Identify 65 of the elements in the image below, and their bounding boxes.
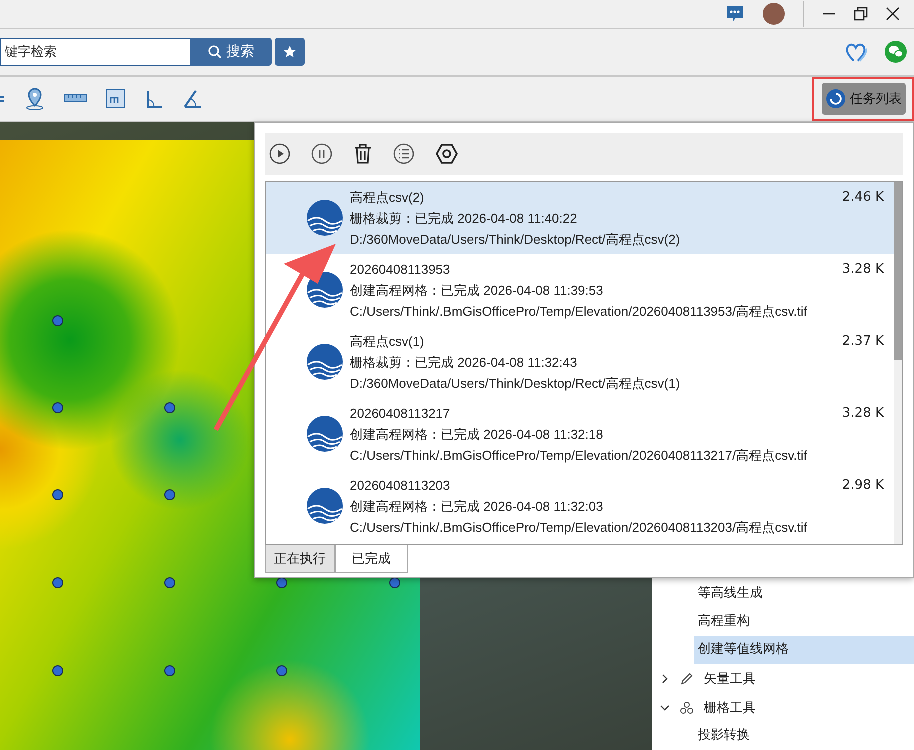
task-row[interactable]: 高程点csv(1) 栅格裁剪：已完成 2026-04-08 11:32:43 D:/360MoveData/Users/Think/Desktop/Rect/高程点csv(1) 2.37 K bbox=[266, 326, 894, 398]
task-list-button[interactable]: 任务列表 bbox=[822, 83, 906, 115]
restore-icon[interactable] bbox=[854, 7, 868, 21]
tree-group[interactable]: 矢量工具 bbox=[652, 664, 914, 693]
task-status: 栅格裁剪：已完成 2026-04-08 11:32:43 bbox=[350, 354, 578, 372]
avatar[interactable] bbox=[763, 3, 785, 25]
pause-icon[interactable] bbox=[311, 143, 333, 165]
task-status: 创建高程网格：已完成 2026-04-08 11:32:18 bbox=[350, 426, 604, 444]
task-size: 3.28 K bbox=[842, 262, 884, 277]
task-path: C:/Users/Think/.BmGisOfficePro/Temp/Elevation/20260408113217/高程点csv.tif bbox=[350, 446, 808, 465]
task-size: 3.28 K bbox=[842, 406, 884, 421]
task-path: D:/360MoveData/Users/Think/Desktop/Rect/高程点csv(1) bbox=[350, 374, 682, 393]
close-icon[interactable] bbox=[886, 7, 900, 21]
task-status: 创建高程网格：已完成 2026-04-08 11:39:53 bbox=[350, 282, 604, 300]
task-row[interactable]: 20260408113217 创建高程网格：已完成 2026-04-08 11:32:18 C:/Users/Think/.BmGisOfficePro/Temp/Elevation/20260408113217/高程点csv.tif 3.28 K bbox=[266, 398, 894, 470]
tab[interactable]: 已完成 bbox=[335, 545, 408, 573]
tree-item[interactable]: 等高线生成 bbox=[694, 580, 914, 608]
tab[interactable]: 正在执行 bbox=[265, 545, 335, 573]
compass-angle-icon[interactable] bbox=[182, 88, 204, 110]
task-path: C:/Users/Think/.BmGisOfficePro/Temp/Elevation/20260408113203/高程点csv.tif bbox=[350, 518, 808, 537]
chevron-icon bbox=[660, 674, 670, 684]
tree-group-label: 矢量工具 bbox=[704, 670, 756, 688]
list-icon[interactable] bbox=[393, 143, 415, 165]
logo-icon bbox=[306, 199, 344, 237]
search-field[interactable]: 键字检索 bbox=[0, 38, 190, 66]
refresh-icon bbox=[826, 89, 846, 109]
task-path: D:/360MoveData/Users/Think/Desktop/Rect/高程点csv(2) bbox=[350, 230, 682, 249]
task-row[interactable]: 高程点csv(2) 栅格裁剪：已完成 2026-04-08 11:40:22 D:/360MoveData/Users/Think/Desktop/Rect/高程点csv(2) 2.46 K bbox=[266, 182, 894, 254]
pencil-icon bbox=[680, 672, 694, 686]
trash-icon[interactable] bbox=[353, 143, 373, 165]
tree-item[interactable]: 高程重构 bbox=[694, 608, 914, 636]
task-size: 2.37 K bbox=[842, 334, 884, 349]
task-size: 2.98 K bbox=[842, 478, 884, 493]
ruler-icon[interactable] bbox=[64, 93, 88, 105]
angle-icon[interactable] bbox=[144, 88, 164, 110]
location-pin-icon[interactable] bbox=[24, 87, 46, 111]
chat-icon[interactable] bbox=[725, 4, 745, 24]
tree-group[interactable]: 栅格工具 bbox=[652, 693, 914, 722]
task-name: 20260408113203 bbox=[350, 476, 452, 494]
task-status: 创建高程网格：已完成 2026-04-08 11:32:03 bbox=[350, 498, 604, 516]
scrollbar[interactable] bbox=[894, 182, 902, 544]
logo-icon bbox=[306, 415, 344, 453]
task-name: 20260408113953 bbox=[350, 260, 452, 278]
task-name: 20260408113217 bbox=[350, 404, 452, 422]
favorite-button[interactable] bbox=[275, 38, 305, 66]
logo-icon bbox=[306, 487, 344, 525]
task-name: 高程点csv(2) bbox=[350, 188, 426, 207]
tree-group-label: 栅格工具 bbox=[704, 700, 756, 716]
search-button[interactable]: 搜索 bbox=[190, 38, 272, 66]
chat-bubbles-icon[interactable] bbox=[884, 40, 908, 64]
area-measure-icon[interactable] bbox=[106, 89, 126, 109]
search-icon bbox=[208, 45, 222, 59]
task-path: C:/Users/Think/.BmGisOfficePro/Temp/Elevation/20260408113953/高程点csv.tif bbox=[350, 302, 808, 321]
task-size: 2.46 K bbox=[842, 190, 884, 205]
settings-icon[interactable] bbox=[435, 143, 459, 165]
play-icon[interactable] bbox=[269, 143, 291, 165]
task-status: 栅格裁剪：已完成 2026-04-08 11:40:22 bbox=[350, 210, 578, 228]
star-icon bbox=[283, 45, 297, 59]
tree-item[interactable]: 创建等值线网格 bbox=[694, 636, 914, 664]
task-row[interactable]: 20260408113203 创建高程网格：已完成 2026-04-08 11:32:03 C:/Users/Think/.BmGisOfficePro/Temp/Elevation/20260408113203/高程点csv.tif 2.98 K bbox=[266, 470, 894, 542]
task-name: 高程点csv(1) bbox=[350, 332, 426, 351]
tree-item[interactable]: 投影转换 bbox=[694, 722, 914, 750]
chevron-icon bbox=[660, 702, 670, 712]
nodes-icon bbox=[680, 700, 694, 714]
logo-icon bbox=[306, 343, 344, 381]
